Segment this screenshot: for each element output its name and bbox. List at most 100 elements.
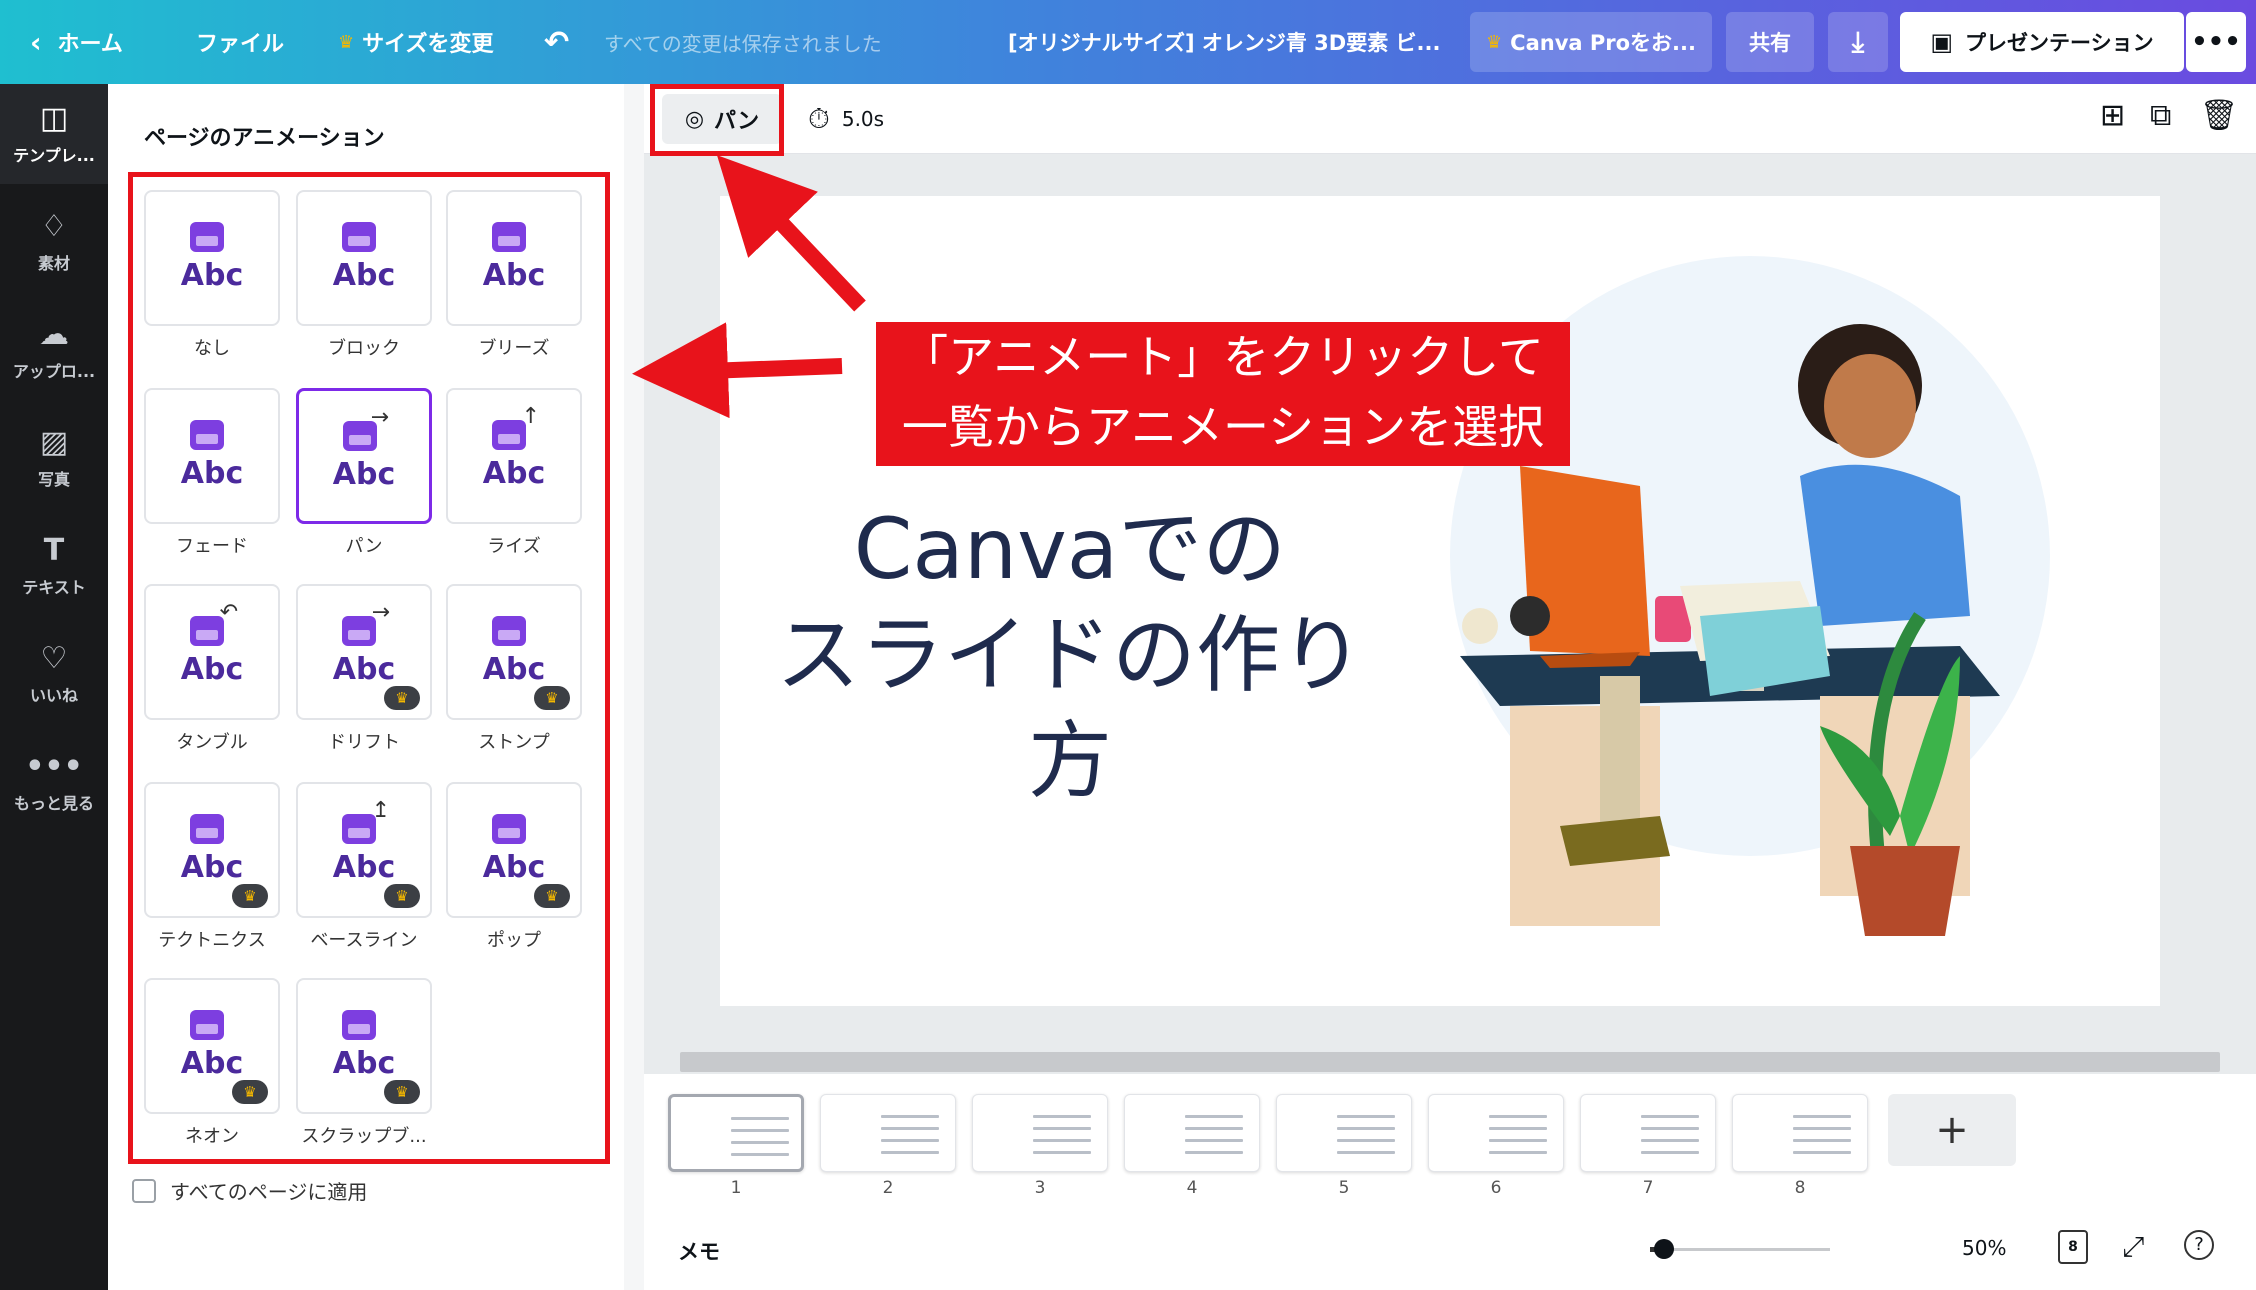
undo-icon[interactable]: ↶ xyxy=(544,0,569,84)
save-status: すべての変更は保存されました xyxy=(604,31,882,56)
thumbnail-line xyxy=(1337,1151,1395,1154)
panel-title: ページのアニメーション xyxy=(144,126,385,151)
rail-item-photos[interactable]: ▨ 写真 xyxy=(0,408,108,508)
rail-label: 写真 xyxy=(37,470,70,489)
rail-item-elements[interactable]: ♢ 素材 xyxy=(0,192,108,292)
more-icon: ••• xyxy=(25,749,83,784)
thumbnail-line xyxy=(1641,1139,1699,1142)
canva-pro-button[interactable]: ♛ Canva Proをお... xyxy=(1470,12,1712,72)
thumbnail-line xyxy=(1185,1139,1243,1142)
thumbnail-line xyxy=(1793,1151,1851,1154)
notes-button[interactable]: メモ xyxy=(678,1236,720,1266)
slide-title[interactable]: Canvaでの スライドの作り方 xyxy=(760,496,1380,814)
fullscreen-icon[interactable]: ⤢ xyxy=(2122,1230,2144,1264)
zoom-level[interactable]: 50% xyxy=(1962,1236,2006,1260)
editor-toolbar: ◎ パン ⏱ 5.0s ⊞ ⧉ 🗑 xyxy=(644,84,2256,154)
thumbnail-line xyxy=(1793,1139,1851,1142)
thumbnail-line xyxy=(1489,1151,1547,1154)
page-thumbnail[interactable] xyxy=(1276,1094,1412,1172)
thumbnail-line xyxy=(881,1151,939,1154)
zoom-slider-handle[interactable] xyxy=(1654,1239,1674,1259)
resize-button[interactable]: ♛ サイズを変更 xyxy=(338,0,493,84)
annotation-panel-highlight xyxy=(128,172,610,1164)
page-thumbnail[interactable] xyxy=(972,1094,1108,1172)
template-icon: ◫ xyxy=(39,101,69,136)
page-number: 7 xyxy=(1642,1178,1654,1198)
share-button[interactable]: 共有 xyxy=(1726,12,1814,72)
thumbnail-line xyxy=(1489,1139,1547,1142)
thumbnail-line xyxy=(1489,1127,1547,1130)
page-count[interactable]: 8 xyxy=(2058,1230,2088,1264)
left-rail: ◫ テンプレ... ♢ 素材 ☁ アップロ... ▨ 写真 T テキスト ♡ い… xyxy=(0,84,108,1290)
thumbnail-line xyxy=(1185,1115,1243,1118)
present-icon: ▣ xyxy=(1930,28,1954,56)
chevron-left-icon: ‹ xyxy=(30,25,42,59)
photo-icon: ▨ xyxy=(39,425,69,460)
rail-item-uploads[interactable]: ☁ アップロ... xyxy=(0,300,108,400)
heart-icon: ♡ xyxy=(40,641,68,676)
panel-scrollbar[interactable] xyxy=(624,84,644,1290)
thumbnail-line xyxy=(1641,1127,1699,1130)
thumbnail-line xyxy=(1489,1115,1547,1118)
duration-button[interactable]: ⏱ 5.0s xyxy=(808,94,884,144)
present-button[interactable]: ▣ プレゼンテーション xyxy=(1900,12,2184,72)
thumbnail-line xyxy=(1185,1127,1243,1130)
rail-label: 素材 xyxy=(37,254,70,273)
more-menu-icon[interactable]: ••• xyxy=(2186,12,2246,72)
add-page-button[interactable]: + xyxy=(1888,1094,2016,1166)
page-thumbnail[interactable] xyxy=(1732,1094,1868,1172)
thumbnail-line xyxy=(1033,1151,1091,1154)
slide-canvas[interactable]: Canvaでの スライドの作り方 xyxy=(720,196,2160,1006)
file-menu[interactable]: ファイル xyxy=(196,0,284,84)
page-thumbnail[interactable] xyxy=(820,1094,956,1172)
callout-line1: 「アニメート」をクリックして xyxy=(902,330,1544,384)
thumbnail-line xyxy=(1793,1115,1851,1118)
download-icon[interactable]: ⤓ xyxy=(1828,12,1888,72)
rail-label: テンプレ... xyxy=(13,146,95,165)
delete-page-icon[interactable]: 🗑 xyxy=(2200,98,2238,133)
add-page-icon[interactable]: ⊞ xyxy=(2100,98,2125,133)
page-number: 1 xyxy=(730,1178,742,1198)
rail-item-templates[interactable]: ◫ テンプレ... xyxy=(0,84,108,184)
upload-icon: ☁ xyxy=(39,317,69,352)
thumbnail-line xyxy=(1641,1115,1699,1118)
pro-label: Canva Proをお... xyxy=(1510,31,1696,55)
thumbnail-line xyxy=(1033,1115,1091,1118)
page-strip: + 1 2 3 4 5 6 7 8 xyxy=(644,1074,2256,1210)
thumbnail-line xyxy=(1641,1151,1699,1154)
timer-icon: ⏱ xyxy=(808,102,830,135)
home-button[interactable]: ‹ ホーム xyxy=(30,0,123,84)
page-number: 3 xyxy=(1034,1178,1046,1198)
callout-line2: 一覧からアニメーションを選択 xyxy=(901,400,1545,454)
horizontal-scrollbar[interactable] xyxy=(680,1052,2220,1072)
thumbnail-line xyxy=(1185,1151,1243,1154)
rail-item-likes[interactable]: ♡ いいね xyxy=(0,624,108,724)
zoom-slider[interactable] xyxy=(1650,1239,1830,1259)
duration-label: 5.0s xyxy=(841,107,885,131)
slide-title-line2: スライドの作り方 xyxy=(775,606,1364,810)
rail-item-text[interactable]: T テキスト xyxy=(0,516,108,616)
bottom-bar: メモ 50% 8 ⤢ ? xyxy=(644,1210,2256,1290)
page-thumbnail[interactable] xyxy=(1580,1094,1716,1172)
page-thumbnail[interactable] xyxy=(1428,1094,1564,1172)
thumbnail-line xyxy=(1337,1115,1395,1118)
page-thumbnail[interactable] xyxy=(668,1094,804,1172)
document-title[interactable]: [オリジナルサイズ] オレンジ青 3D要素 ビ... xyxy=(1008,0,1440,84)
thumbnail-line xyxy=(1033,1139,1091,1142)
apply-all-label: すべてのページに適用 xyxy=(170,1180,368,1204)
help-icon[interactable]: ? xyxy=(2184,1230,2214,1260)
checkbox-box[interactable] xyxy=(132,1178,156,1203)
duplicate-page-icon[interactable]: ⧉ xyxy=(2150,98,2171,133)
rail-label: アップロ... xyxy=(12,362,96,381)
resize-label: サイズを変更 xyxy=(362,32,494,57)
text-icon: T xyxy=(43,533,65,568)
page-thumbnail[interactable] xyxy=(1124,1094,1260,1172)
rail-item-more[interactable]: ••• もっと見る xyxy=(0,732,108,832)
thumbnail-line xyxy=(881,1139,939,1142)
thumbnail-line xyxy=(881,1115,939,1118)
apply-all-checkbox[interactable]: すべてのページに適用 xyxy=(132,1176,367,1205)
crown-icon: ♛ xyxy=(1486,31,1503,53)
rail-label: テキスト xyxy=(22,578,86,597)
thumbnail-line xyxy=(1033,1127,1091,1130)
crown-icon: ♛ xyxy=(338,31,355,53)
